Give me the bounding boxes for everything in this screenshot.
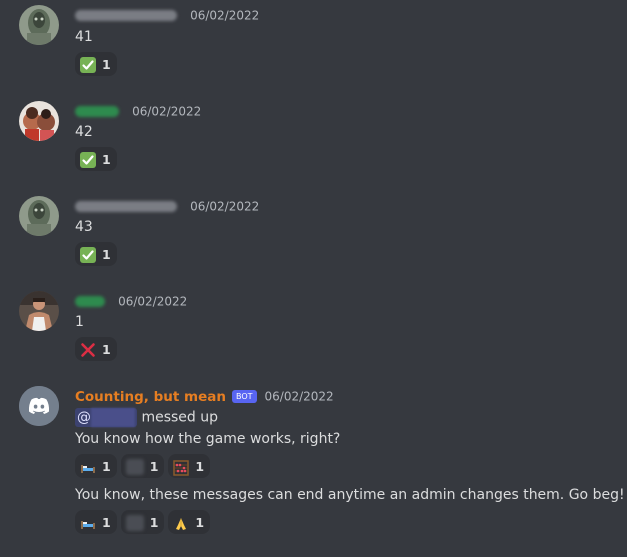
reaction-button[interactable]: 1 <box>75 454 117 478</box>
abacus-icon <box>173 459 190 476</box>
reaction-count: 1 <box>195 514 205 530</box>
bed-icon <box>80 515 96 531</box>
avatar[interactable] <box>19 5 59 45</box>
message-text: You know how the game works, right? <box>75 431 341 447</box>
bot-tag: BOT <box>231 390 257 403</box>
mention-prefix: @ <box>77 409 91 426</box>
reaction-bar: 1 <box>75 147 121 171</box>
message-text: 41 <box>75 29 93 45</box>
message-text: 1 <box>75 314 84 330</box>
reaction-button[interactable]: 1 <box>120 454 165 478</box>
username-redacted[interactable] <box>75 10 177 21</box>
chat-message-list: 06/02/2022 41 1 06/02/2022 42 1 06/02/20… <box>0 0 627 557</box>
timestamp: 06/02/2022 <box>118 294 188 309</box>
folded-hands-icon <box>173 515 189 531</box>
reaction-button[interactable]: 1 <box>75 52 117 76</box>
message-header: Counting, but mean BOT 06/02/2022 <box>75 386 334 406</box>
message-header: 06/02/2022 <box>75 5 259 25</box>
mention-redacted <box>91 408 135 427</box>
discord-logo-icon <box>19 386 59 426</box>
reaction-bar: 1 1 1 <box>75 454 214 478</box>
reaction-count: 1 <box>102 514 111 530</box>
reaction-button[interactable]: 1 <box>168 454 211 478</box>
message-text: You know, these messages can end anytime… <box>75 487 625 503</box>
reaction-button[interactable]: 1 <box>168 510 211 534</box>
avatar[interactable] <box>19 101 59 141</box>
avatar[interactable] <box>19 291 59 331</box>
check-mark-icon <box>80 151 96 168</box>
reaction-count: 1 <box>102 246 111 262</box>
bot-username[interactable]: Counting, but mean <box>75 389 226 405</box>
username-redacted[interactable] <box>75 296 105 307</box>
reaction-bar: 1 <box>75 52 121 76</box>
timestamp: 06/02/2022 <box>264 389 334 404</box>
timestamp: 06/02/2022 <box>190 8 260 23</box>
username-redacted[interactable] <box>75 106 119 117</box>
timestamp: 06/02/2022 <box>190 199 260 214</box>
custom-emoji-icon <box>125 458 144 475</box>
message-text: 42 <box>75 124 93 140</box>
reaction-button[interactable]: 1 <box>75 242 117 266</box>
check-mark-icon <box>80 56 96 73</box>
avatar[interactable] <box>19 196 59 236</box>
cross-mark-icon <box>80 342 96 358</box>
reaction-button[interactable]: 1 <box>75 337 117 361</box>
reaction-count: 1 <box>102 458 111 474</box>
timestamp: 06/02/2022 <box>132 104 202 119</box>
message-text-suffix: messed up <box>141 409 219 426</box>
bed-icon <box>80 459 96 475</box>
message-text: 43 <box>75 219 93 235</box>
username-redacted[interactable] <box>75 201 177 212</box>
reaction-button[interactable]: 1 <box>75 147 117 171</box>
user-mention[interactable]: @ <box>75 408 137 427</box>
reaction-count: 1 <box>102 56 111 72</box>
reaction-count: 1 <box>149 458 159 474</box>
message-header: 06/02/2022 <box>75 291 187 311</box>
reaction-button[interactable]: 1 <box>120 510 165 534</box>
check-mark-icon <box>80 246 96 263</box>
reaction-bar: 1 <box>75 337 121 361</box>
message-header: 06/02/2022 <box>75 196 259 216</box>
message-header: 06/02/2022 <box>75 101 201 121</box>
reaction-count: 1 <box>149 514 159 530</box>
reaction-bar: 1 1 1 <box>75 510 214 534</box>
message-text: @ messed up <box>75 408 218 427</box>
reaction-bar: 1 <box>75 242 121 266</box>
reaction-count: 1 <box>102 151 111 167</box>
reaction-button[interactable]: 1 <box>75 510 117 534</box>
avatar[interactable] <box>19 386 59 426</box>
reaction-count: 1 <box>195 458 205 474</box>
reaction-count: 1 <box>102 341 111 357</box>
custom-emoji-icon <box>125 514 144 531</box>
